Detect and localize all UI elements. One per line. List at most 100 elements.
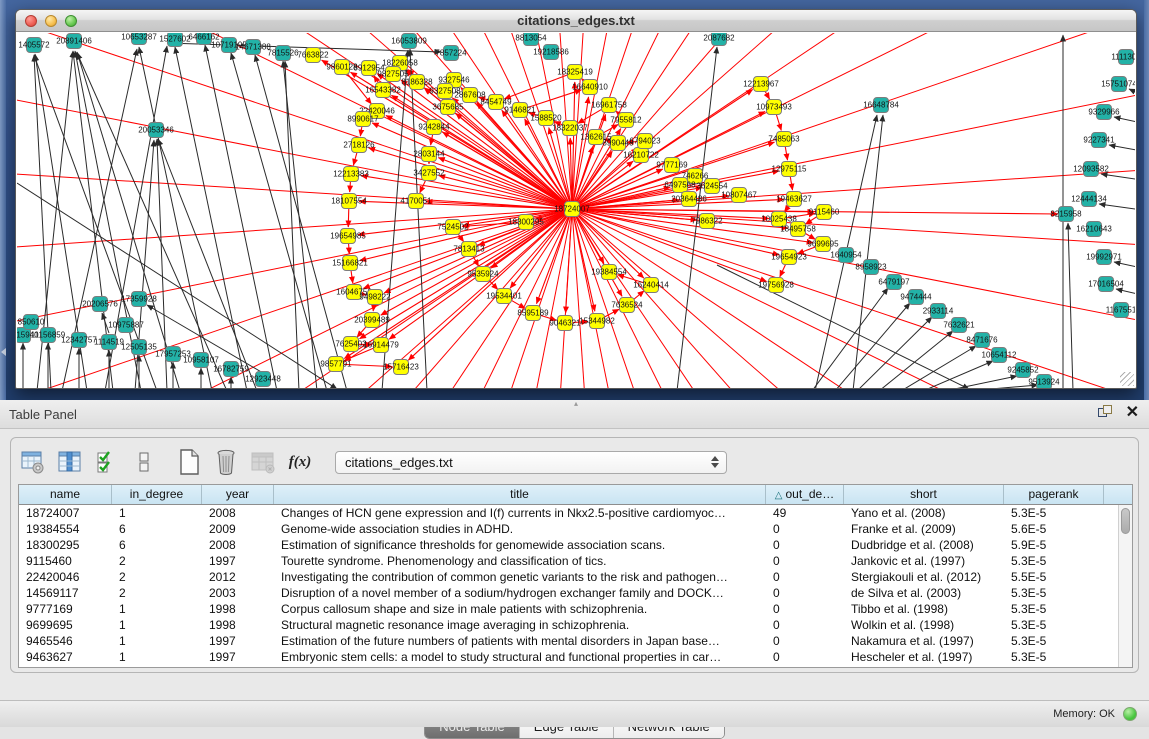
citation-edge-red[interactable] (353, 153, 356, 166)
citation-edge-red[interactable] (572, 209, 1135, 388)
table-cell[interactable]: 2012 (202, 569, 274, 585)
network-node[interactable]: 6479197 (878, 275, 910, 290)
citation-edge-red[interactable] (504, 75, 567, 99)
network-node[interactable]: 9857791 (320, 357, 352, 372)
citation-edge-red[interactable] (806, 216, 818, 224)
table-row[interactable]: 911546021997Tourette syndrome. Phenomeno… (19, 553, 1132, 569)
table-cell[interactable]: Structural magnetic resonance image aver… (274, 617, 766, 633)
network-node[interactable]: 10973493 (756, 100, 792, 115)
network-node[interactable]: 9699695 (807, 237, 839, 252)
column-header-pagerank[interactable]: pagerank (1004, 485, 1104, 504)
table-cell[interactable]: 6 (112, 537, 202, 553)
citation-edge-red[interactable] (369, 148, 572, 209)
table-cell[interactable]: 19384554 (19, 521, 112, 537)
close-panel-icon[interactable]: ✕ (1126, 405, 1139, 421)
network-node[interactable]: 1111304 (1111, 50, 1135, 65)
network-node[interactable]: 20206576 (82, 297, 118, 312)
table-cell[interactable]: Wolkin et al. (1998) (844, 617, 1004, 633)
table-cell[interactable]: 18300295 (19, 537, 112, 553)
table-cell[interactable]: 5.3E-5 (1004, 649, 1104, 665)
table-cell[interactable]: 1 (112, 505, 202, 521)
table-cell[interactable]: 1998 (202, 617, 274, 633)
network-node[interactable]: 4170051 (400, 194, 432, 209)
table-cell[interactable]: 0 (766, 633, 844, 649)
clear-selection-button[interactable] (130, 448, 158, 476)
network-node[interactable]: 8813054 (515, 33, 547, 46)
column-header-short[interactable]: short (844, 485, 1004, 504)
citation-edge-red[interactable] (572, 33, 1135, 209)
network-node[interactable]: 18107554 (331, 194, 367, 209)
table-cell[interactable]: de Silva et al. (2003) (844, 585, 1004, 601)
table-cell[interactable]: 1998 (202, 601, 274, 617)
table-cell[interactable]: 1 (112, 617, 202, 633)
table-cell[interactable]: 0 (766, 537, 844, 553)
network-node[interactable]: 20399489 (354, 313, 390, 328)
table-cell[interactable]: 5.3E-5 (1004, 601, 1104, 617)
citation-edge-red[interactable] (572, 209, 1135, 388)
table-cell[interactable]: Embryonic stem cells: a model to study s… (274, 649, 766, 665)
network-node[interactable]: 8595189 (517, 306, 549, 321)
table-cell[interactable]: Yano et al. (2008) (844, 505, 1004, 521)
citation-edge-red[interactable] (572, 33, 1135, 209)
table-cell[interactable]: 14569117 (19, 585, 112, 601)
table-row[interactable]: 969969511998Structural magnetic resonanc… (19, 617, 1132, 633)
network-node[interactable]: 3675685 (432, 100, 464, 115)
citation-edge-black[interactable] (901, 346, 976, 388)
table-row[interactable]: 977716911998Corpus callosum shape and si… (19, 601, 1132, 617)
citation-edge-red[interactable] (572, 33, 1135, 209)
panel-splitter-handle[interactable]: ▴ (570, 400, 582, 407)
citation-edge-red[interactable] (572, 209, 1135, 388)
table-cell[interactable]: 2003 (202, 585, 274, 601)
network-node[interactable]: 19654923 (771, 250, 807, 265)
citation-edge-red[interactable] (572, 33, 1135, 209)
table-row[interactable]: 2242004622012Investigating the contribut… (19, 569, 1132, 585)
network-node[interactable]: 15166821 (332, 256, 368, 271)
window-resize-grip[interactable] (1120, 372, 1134, 386)
network-node[interactable]: 2933114 (923, 304, 954, 319)
network-node[interactable]: 2087682 (703, 33, 735, 46)
network-node[interactable]: 19218586 (533, 45, 569, 60)
network-node[interactable]: 9513924 (1028, 375, 1060, 389)
table-cell[interactable]: 2008 (202, 537, 274, 553)
citation-edge-red[interactable] (765, 91, 770, 99)
network-node[interactable]: 7632621 (943, 318, 975, 333)
network-node[interactable]: 10653287 (121, 33, 157, 45)
network-node[interactable]: 16240414 (633, 278, 669, 293)
table-row[interactable]: 1456911722003Disruption of a novel membe… (19, 585, 1132, 601)
network-node[interactable]: 16210722 (623, 148, 659, 163)
table-vertical-scrollbar[interactable] (1118, 505, 1132, 667)
network-node[interactable]: 14671388 (235, 40, 271, 55)
network-node[interactable]: 9242844 (418, 120, 450, 135)
column-header-title[interactable]: title (274, 485, 766, 504)
citation-edge-black[interactable] (879, 331, 953, 388)
column-settings-button[interactable] (19, 448, 47, 476)
network-node[interactable]: 19463627 (776, 192, 812, 207)
citation-edge-red[interactable] (572, 209, 1135, 388)
table-row[interactable]: 946362711997Embryonic stem cells: a mode… (19, 649, 1132, 665)
table-row[interactable]: 1830029562008Estimation of significance … (19, 537, 1132, 553)
table-row[interactable]: 946554611997Estimation of the future num… (19, 633, 1132, 649)
citation-edge-red[interactable] (572, 33, 1135, 209)
table-cell[interactable]: Tourette syndrome. Phenomenology and cla… (274, 553, 766, 569)
table-cell[interactable]: 9465546 (19, 633, 112, 649)
citation-edge-red[interactable] (572, 209, 1135, 388)
table-cell[interactable]: 2008 (202, 505, 274, 521)
citation-edge-black[interactable] (1109, 145, 1135, 151)
network-node[interactable]: 16640910 (572, 80, 608, 95)
citation-edge-red[interactable] (572, 33, 1135, 209)
citation-edge-red[interactable] (408, 209, 572, 360)
citation-edge-red[interactable] (790, 177, 792, 190)
table-cell[interactable]: 0 (766, 553, 844, 569)
table-cell[interactable]: 22420046 (19, 569, 112, 585)
network-node[interactable]: 1405572 (18, 38, 50, 53)
network-node[interactable]: 8471676 (966, 333, 998, 348)
network-node[interactable]: 9245852 (1007, 363, 1039, 378)
network-node[interactable]: 16543382 (365, 83, 401, 98)
table-cell[interactable]: Hescheler et al. (1997) (844, 649, 1004, 665)
table-cell[interactable]: 2009 (202, 521, 274, 537)
citation-edge-red[interactable] (633, 291, 644, 300)
delete-column-button[interactable] (212, 448, 240, 476)
network-node[interactable]: 20053346 (138, 123, 174, 138)
table-cell[interactable]: Changes of HCN gene expression and I(f) … (274, 505, 766, 521)
citation-edge-red[interactable] (780, 264, 786, 277)
